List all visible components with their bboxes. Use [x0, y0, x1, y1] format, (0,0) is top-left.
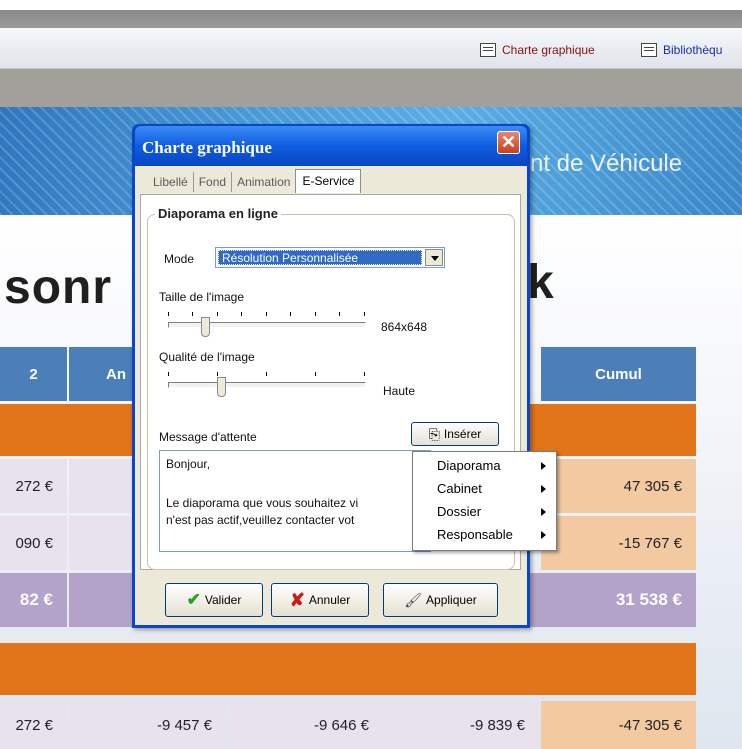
insert-field-icon: ⎘	[428, 425, 440, 442]
table-cell: -9 646 €	[228, 701, 383, 749]
appliquer-button[interactable]: 🖌 Appliquer	[383, 583, 498, 617]
slider-thumb[interactable]	[201, 317, 210, 337]
paintbrush-icon: 🖌	[404, 591, 423, 608]
message-label: Message d'attente	[159, 430, 257, 444]
mode-select[interactable]: Résolution Personnalisée	[215, 247, 445, 268]
tab-strip: Libellé Fond Animation E-Service	[148, 169, 362, 193]
table-cell: 272 €	[0, 701, 67, 749]
table-total-cell: 82 €	[0, 573, 67, 627]
menu-item-dossier[interactable]: Dossier	[437, 504, 481, 519]
table-cell: -47 305 €	[541, 701, 696, 749]
table-header-cell: Cumul	[541, 347, 696, 401]
group-title: Diaporama en ligne	[155, 206, 281, 221]
mode-label: Mode	[164, 252, 195, 266]
submenu-arrow-icon	[541, 531, 546, 539]
page-title-fragment-right: k	[527, 256, 554, 309]
chevron-down-icon[interactable]	[425, 249, 443, 266]
size-value: 864x648	[381, 320, 428, 334]
table-header-cell: 2	[0, 347, 67, 401]
section-row	[0, 404, 133, 456]
checkmark-icon: ✔	[186, 590, 201, 609]
close-icon: ✕	[500, 132, 517, 152]
tab-animation[interactable]: Animation	[231, 172, 296, 192]
valider-button[interactable]: ✔ Valider	[165, 583, 263, 617]
quality-label: Qualité de l'image	[159, 350, 255, 364]
table-header-cell: An	[69, 347, 133, 401]
message-line: n'est pas actif,veuillez contacter vot	[166, 513, 355, 527]
table-cell: -15 767 €	[541, 516, 696, 570]
quality-value: Haute	[383, 384, 416, 398]
dialog-title: Charte graphique	[142, 138, 272, 157]
message-line: Bonjour,	[166, 457, 211, 471]
table-total-cell	[69, 573, 133, 627]
image-size-slider[interactable]	[168, 308, 366, 338]
menu-item-responsable[interactable]: Responsable	[437, 527, 513, 542]
table-cell: -9 839 €	[385, 701, 539, 749]
annuler-button[interactable]: ✘ Annuler	[271, 583, 369, 617]
insert-button[interactable]: ⎘ Insérer	[411, 422, 499, 446]
menu-item-diaporama[interactable]: Diaporama	[437, 458, 501, 473]
table-cell	[69, 459, 133, 513]
table-cell: 090 €	[0, 516, 67, 570]
cross-icon: ✘	[289, 589, 305, 610]
message-line: Le diaporama que vous souhaitez vi	[166, 496, 359, 510]
tab-fond[interactable]: Fond	[192, 172, 232, 192]
tab-e-service[interactable]: E-Service	[295, 169, 362, 193]
library-icon	[641, 43, 657, 57]
table-cell: 272 €	[0, 459, 67, 513]
table-cell	[69, 516, 133, 570]
tab-libelle[interactable]: Libellé	[148, 172, 193, 192]
submenu-arrow-icon	[541, 508, 546, 516]
charte-graphique-link[interactable]: Charte graphique	[480, 43, 595, 57]
table-total-cell: 31 538 €	[530, 573, 696, 627]
bibliotheque-link[interactable]: Bibliothèqu	[641, 43, 722, 57]
submenu-arrow-icon	[541, 462, 546, 470]
page-title-fragment: sonr	[4, 261, 113, 314]
slider-thumb[interactable]	[217, 377, 226, 397]
settings-window-icon	[480, 43, 496, 57]
table-cell: -9 457 €	[69, 701, 226, 749]
table-cell: 47 305 €	[541, 459, 696, 513]
message-textarea[interactable]: Bonjour, Le diaporama que vous souhaitez…	[159, 450, 431, 552]
close-button[interactable]: ✕	[497, 131, 520, 154]
top-dark-bar	[0, 10, 742, 28]
insert-context-menu: Diaporama Cabinet Dossier Responsable	[412, 451, 557, 551]
section-row	[0, 643, 696, 695]
gray-band	[0, 69, 742, 107]
image-quality-slider[interactable]	[168, 368, 366, 398]
links-toolbar	[0, 28, 742, 69]
submenu-arrow-icon	[541, 485, 546, 493]
section-row	[530, 404, 696, 456]
size-label: Taille de l'image	[159, 290, 245, 304]
mode-selected-value: Résolution Personnalisée	[218, 250, 422, 265]
banner-title: nt de Véhicule	[530, 150, 683, 177]
menu-item-cabinet[interactable]: Cabinet	[437, 481, 482, 496]
